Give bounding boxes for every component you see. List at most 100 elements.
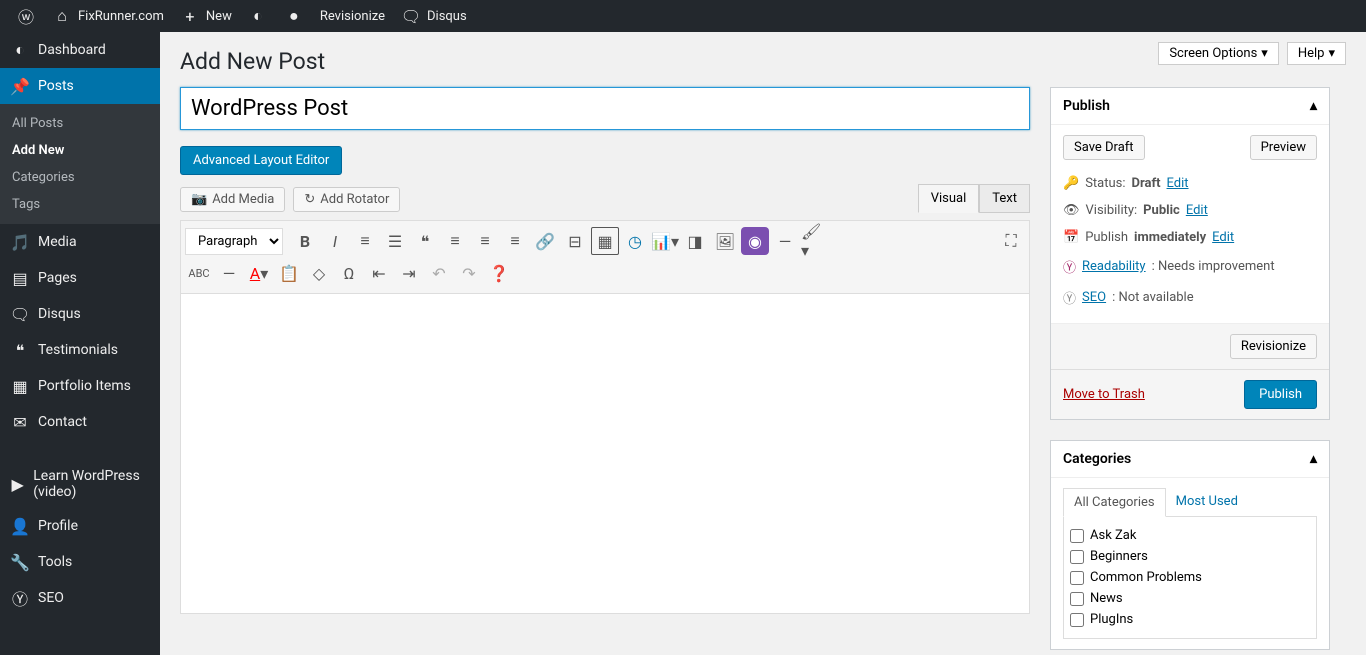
category-item[interactable]: PlugIns [1068,609,1312,630]
editor-body[interactable] [180,294,1030,614]
indent-button[interactable]: ⇥ [395,259,423,287]
category-item[interactable]: Ask Zak [1068,525,1312,546]
status-dot[interactable]: ● [276,0,312,32]
specialchar-button[interactable]: Ω [335,259,363,287]
all-categories-tab[interactable]: All Categories [1063,488,1166,517]
number-list-button[interactable]: ☰ [381,227,409,255]
bold-button[interactable]: B [291,227,319,255]
comment-icon: 🗨 [401,6,421,26]
category-checkbox[interactable] [1070,550,1084,564]
quote-icon: ❝ [10,340,30,360]
toolbar-toggle-button[interactable]: ▦ [591,227,619,255]
subitem-tags[interactable]: Tags [0,191,160,218]
user-icon: 👤 [10,516,30,536]
save-draft-button[interactable]: Save Draft [1063,135,1145,160]
publish-button[interactable]: Publish [1244,380,1317,409]
mail-icon: ✉ [10,412,30,432]
wp-logo[interactable]: ⓦ [8,0,44,32]
brush-button[interactable]: 🖌▾ [801,227,829,255]
category-item[interactable]: Common Problems [1068,567,1312,588]
sidebar-item-posts[interactable]: 📌Posts [0,68,160,104]
format-select[interactable]: Paragraph [185,228,283,255]
sidebar-item-learn[interactable]: ▶Learn WordPress (video) [0,460,160,508]
posts-submenu: All Posts Add New Categories Tags [0,104,160,224]
sidebar-item-testimonials[interactable]: ❝Testimonials [0,332,160,368]
sidebar-item-media[interactable]: 🎵Media [0,224,160,260]
category-item[interactable]: Beginners [1068,546,1312,567]
outdent-button[interactable]: ⇤ [365,259,393,287]
subitem-categories[interactable]: Categories [0,164,160,191]
edit-visibility-link[interactable]: Edit [1186,203,1208,218]
post-title-input[interactable] [180,87,1030,130]
align-left-button[interactable]: ≡ [441,227,469,255]
publish-header[interactable]: Publish▴ [1051,88,1329,125]
preview-button[interactable]: Preview [1250,135,1317,160]
revisionize-link[interactable]: Revisionize [312,0,393,32]
admin-sidebar: ◐Dashboard 📌Posts All Posts Add New Cate… [0,32,160,655]
revisionize-button[interactable]: Revisionize [1230,334,1317,359]
subitem-all-posts[interactable]: All Posts [0,110,160,137]
edit-status-link[interactable]: Edit [1167,176,1189,191]
categories-header[interactable]: Categories▴ [1051,441,1329,478]
category-checkbox[interactable] [1070,592,1084,606]
main-content: Screen Options ▾ Help ▾ Add New Post Adv… [160,32,1366,655]
dot-icon: ● [284,6,304,26]
move-to-trash-link[interactable]: Move to Trash [1063,387,1145,402]
readability-link[interactable]: Readability [1082,259,1146,274]
disqus-link[interactable]: 🗨Disqus [393,0,475,32]
readmore-button[interactable]: ⊟ [561,227,589,255]
chart-button[interactable]: 📊▾ [651,227,679,255]
bullet-list-button[interactable]: ≡ [351,227,379,255]
align-right-button[interactable]: ≡ [501,227,529,255]
screen-options-button[interactable]: Screen Options ▾ [1158,42,1279,65]
sidebar-item-contact[interactable]: ✉Contact [0,404,160,440]
category-checkbox[interactable] [1070,529,1084,543]
undo-button[interactable]: ↶ [425,259,453,287]
category-item[interactable]: News [1068,588,1312,609]
sidebar-item-pages[interactable]: ▤Pages [0,260,160,296]
hr2-button[interactable]: — [215,259,243,287]
yoast-link[interactable]: ◐ [240,0,276,32]
fullscreen-button[interactable]: ⛶ [997,227,1025,255]
help-button-editor[interactable]: ❓ [485,259,513,287]
category-checkbox[interactable] [1070,613,1084,627]
subitem-add-new[interactable]: Add New [0,137,160,164]
edit-schedule-link[interactable]: Edit [1212,230,1234,245]
align-center-button[interactable]: ≡ [471,227,499,255]
yoast-icon: ◐ [248,6,268,26]
paste-button[interactable]: 📋 [275,259,303,287]
sidebar-item-dashboard[interactable]: ◐Dashboard [0,32,160,68]
sidebar-item-profile[interactable]: 👤Profile [0,508,160,544]
dashboard-icon: ◐ [10,40,30,60]
add-media-button[interactable]: 📷Add Media [180,187,285,212]
redo-button[interactable]: ↷ [455,259,483,287]
pages-icon: ▤ [10,268,30,288]
image-button[interactable]: 🖼 [711,227,739,255]
yoast-icon: Ⓨ [1063,288,1076,307]
most-used-tab[interactable]: Most Used [1166,488,1248,516]
new-link[interactable]: +New [172,0,240,32]
site-link[interactable]: ⌂FixRunner.com [44,0,172,32]
split-button[interactable]: ◨ [681,227,709,255]
text-tab[interactable]: Text [979,184,1030,213]
sidebar-item-seo[interactable]: ⓎSEO [0,580,160,616]
sidebar-item-portfolio[interactable]: ▦Portfolio Items [0,368,160,404]
shortcode-button[interactable]: ◉ [741,227,769,255]
category-list[interactable]: Ask Zak Beginners Common Problems News P… [1063,517,1317,639]
hr-button[interactable]: — [771,227,799,255]
add-rotator-button[interactable]: ↻Add Rotator [293,187,400,212]
clear-button[interactable]: ◇ [305,259,333,287]
sidebar-item-tools[interactable]: 🔧Tools [0,544,160,580]
link-button[interactable]: 🔗 [531,227,559,255]
blockquote-button[interactable]: ❝ [411,227,439,255]
advanced-layout-button[interactable]: Advanced Layout Editor [180,146,342,175]
textcolor-button[interactable]: A▾ [245,259,273,287]
timer-button[interactable]: ◷ [621,227,649,255]
seo-link[interactable]: SEO [1082,290,1106,305]
italic-button[interactable]: I [321,227,349,255]
help-button[interactable]: Help ▾ [1287,42,1346,65]
category-checkbox[interactable] [1070,571,1084,585]
visual-tab[interactable]: Visual [918,184,980,213]
sidebar-item-disqus[interactable]: 🗨Disqus [0,296,160,332]
strikethrough-button[interactable]: ABC [185,259,213,287]
